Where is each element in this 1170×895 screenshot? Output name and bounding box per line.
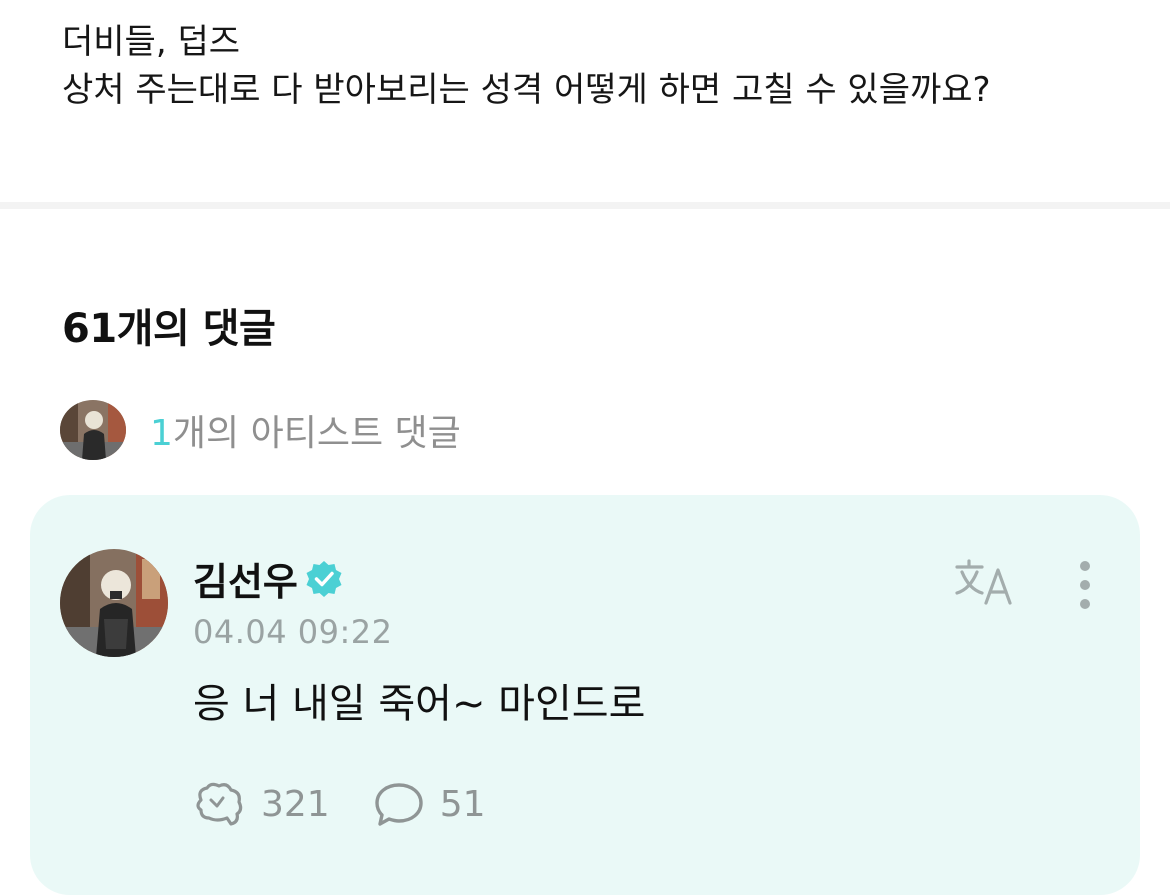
like-count: 321 bbox=[261, 783, 330, 825]
comment-text: 응 너 내일 죽어~ 마인드로 bbox=[193, 681, 646, 727]
artist-comments-count: 1 bbox=[150, 413, 173, 454]
verified-badge-icon bbox=[306, 560, 342, 597]
author-name[interactable]: 김선우 bbox=[193, 551, 298, 606]
post-line-2: 상처 주는대로 다 받아보리는 성격 어떻게 하면 고칠 수 있을까요? bbox=[62, 70, 991, 110]
like-icon bbox=[196, 782, 243, 826]
artist-comments-filter[interactable]: 1개의 아티스트 댓글 bbox=[60, 400, 461, 460]
avatar[interactable] bbox=[60, 549, 168, 657]
more-options-button[interactable] bbox=[1068, 557, 1102, 613]
artist-comments-label: 1개의 아티스트 댓글 bbox=[150, 404, 461, 456]
comment-bubble-icon bbox=[375, 783, 423, 826]
section-divider bbox=[0, 202, 1170, 209]
translate-button[interactable] bbox=[955, 557, 1017, 609]
reply-count: 51 bbox=[439, 783, 486, 825]
reply-button[interactable]: 51 bbox=[372, 780, 486, 828]
translate-icon bbox=[955, 559, 1012, 605]
post-content: 더비들, 덥즈 상처 주는대로 다 받아보리는 성격 어떻게 하면 고칠 수 있… bbox=[62, 18, 991, 114]
comment-actions: 321 51 bbox=[193, 780, 528, 828]
like-button[interactable]: 321 bbox=[193, 780, 330, 828]
comment-timestamp: 04.04 09:22 bbox=[193, 613, 393, 651]
post-line-1: 더비들, 덥즈 bbox=[62, 22, 241, 62]
comments-count-title: 61개의 댓글 bbox=[62, 306, 276, 352]
artist-comment-card: 김선우 04.04 09:22 응 너 내일 죽어~ 마인드로 321 51 bbox=[30, 495, 1140, 895]
artist-comments-text: 개의 아티스트 댓글 bbox=[172, 413, 461, 454]
author-row: 김선우 bbox=[193, 551, 344, 606]
more-vertical-icon bbox=[1080, 561, 1090, 609]
artist-avatar-small bbox=[60, 400, 126, 460]
